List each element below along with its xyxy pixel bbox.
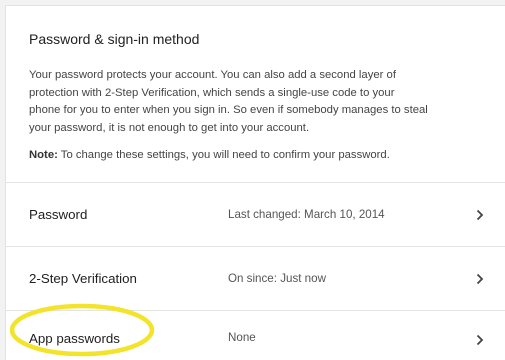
row-value: On since: Just now — [228, 272, 326, 285]
section-title: Password & sign-in method — [29, 31, 200, 47]
settings-row-2-step-verification[interactable]: 2-Step Verification On since: Just now — [6, 246, 505, 310]
chevron-right-icon[interactable] — [474, 332, 486, 348]
row-label: App passwords — [29, 331, 120, 346]
note-text: Note: To change these settings, you will… — [29, 149, 390, 161]
settings-row-password[interactable]: Password Last changed: March 10, 2014 — [6, 182, 505, 246]
row-label: 2-Step Verification — [29, 271, 137, 286]
row-value: Last changed: March 10, 2014 — [228, 208, 385, 221]
settings-row-app-passwords[interactable]: App passwords None — [6, 310, 505, 360]
row-value: None — [228, 331, 256, 344]
note-label: Note: — [29, 149, 58, 161]
note-body: To change these settings, you will need … — [57, 149, 390, 161]
chevron-right-icon[interactable] — [474, 207, 486, 223]
chevron-right-icon[interactable] — [474, 271, 486, 287]
row-label: Password — [29, 207, 88, 222]
password-signin-card: Password & sign-in method Your password … — [5, 5, 505, 360]
section-description: Your password protects your account. You… — [29, 69, 428, 134]
